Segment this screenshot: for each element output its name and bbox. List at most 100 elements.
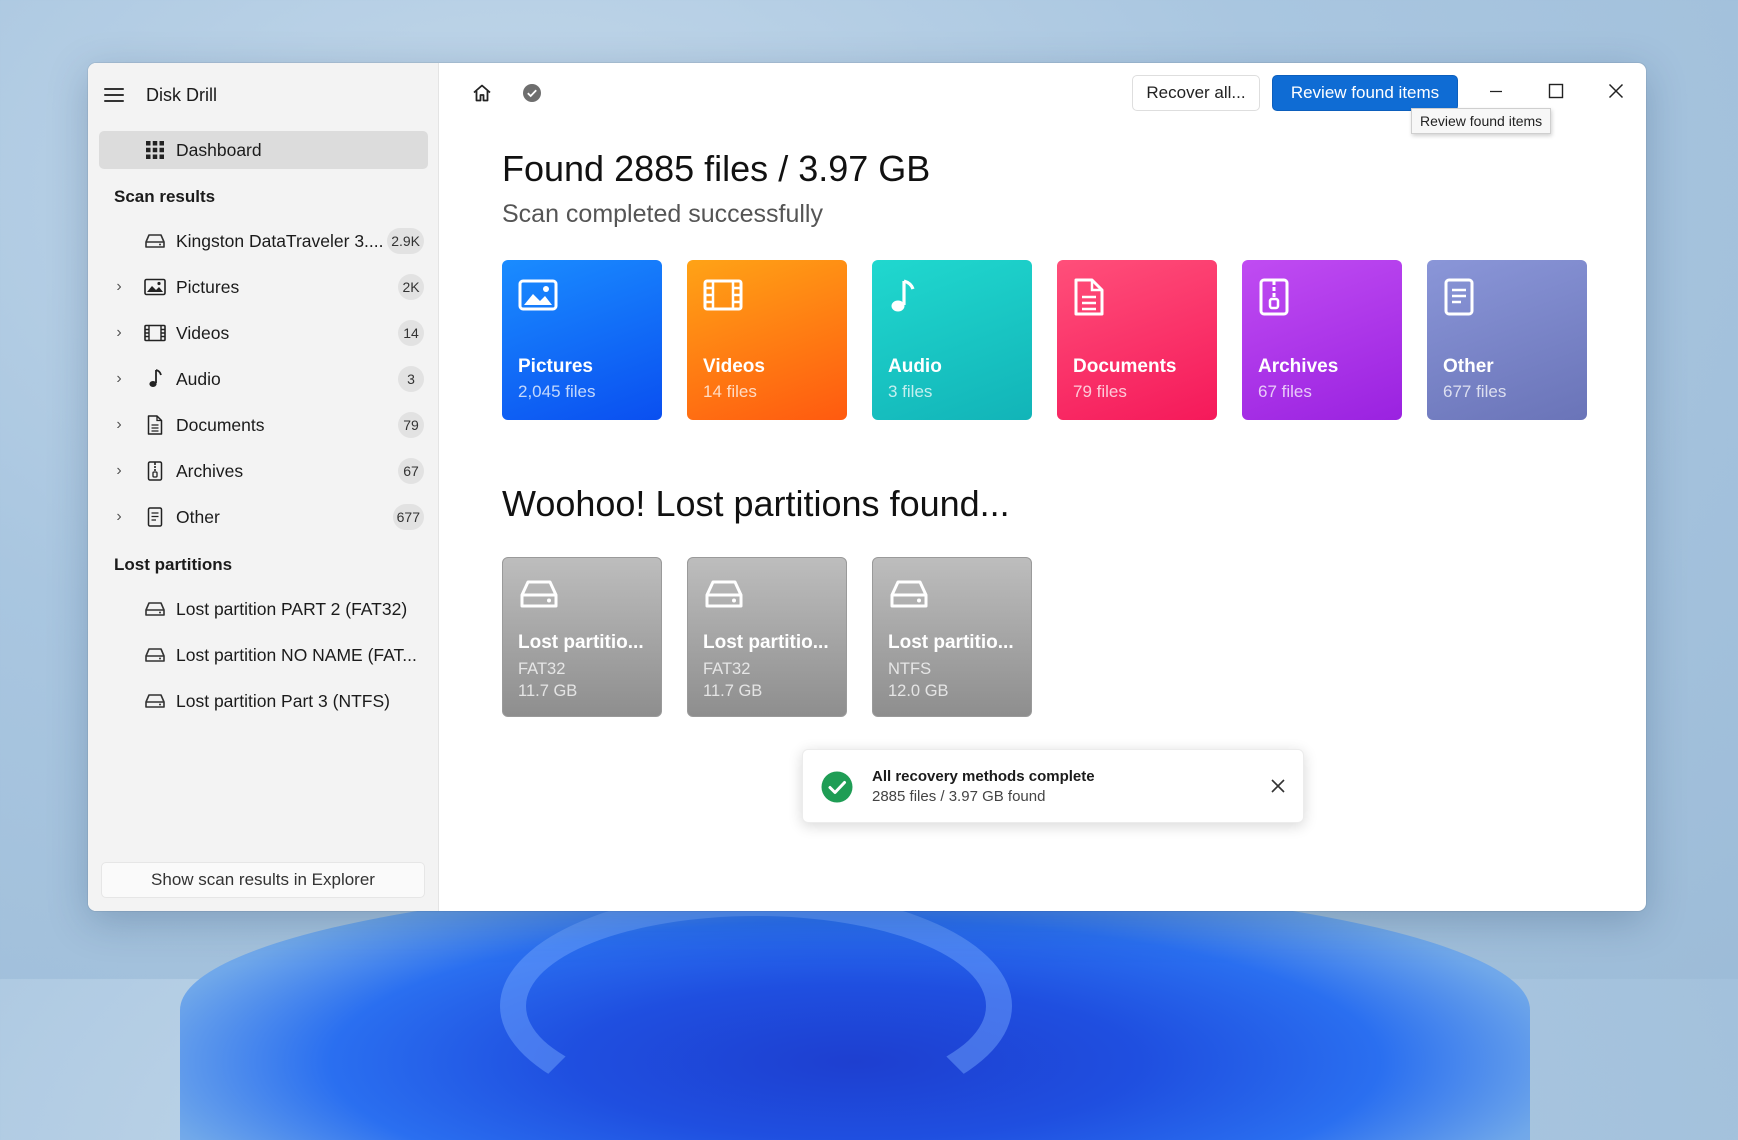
drive-icon — [704, 578, 744, 610]
chevron-right-icon[interactable]: › — [113, 508, 125, 526]
partition-tile[interactable]: Lost partitio... FAT32 11.7 GB — [502, 557, 662, 717]
sidebar-item-label: Lost partition Part 3 (NTFS) — [176, 690, 390, 711]
partition-size: 11.7 GB — [703, 682, 763, 700]
music-note-icon — [888, 278, 928, 318]
partition-name: Lost partitio... — [888, 632, 1014, 653]
count-badge: 2.9K — [387, 228, 424, 254]
partition-size: 11.7 GB — [518, 682, 578, 700]
document-icon — [143, 413, 167, 437]
count-badge: 14 — [398, 320, 424, 346]
review-found-items-tooltip: Review found items — [1411, 108, 1552, 134]
sidebar-item-dashboard[interactable]: Dashboard — [99, 131, 428, 169]
minimize-icon[interactable] — [1476, 75, 1516, 107]
partition-filesystem: FAT32 — [518, 660, 566, 678]
close-icon[interactable] — [1267, 775, 1289, 797]
chevron-right-icon[interactable]: › — [113, 324, 125, 342]
hamburger-menu-icon[interactable] — [104, 88, 124, 102]
show-in-explorer-button[interactable]: Show scan results in Explorer — [101, 862, 425, 898]
category-name: Audio — [888, 356, 942, 377]
sidebar-item-lost-partition[interactable]: Lost partition PART 2 (FAT32) — [99, 590, 428, 628]
sidebar-item-label: Lost partition NO NAME (FAT... — [176, 644, 417, 665]
toast-detail: 2885 files / 3.97 GB found — [872, 788, 1046, 805]
scan-status-subtitle: Scan completed successfully — [502, 200, 823, 228]
category-name: Pictures — [518, 356, 593, 377]
drive-icon — [143, 689, 167, 713]
sidebar-item-videos[interactable]: › Videos 14 — [99, 314, 428, 352]
drive-icon — [889, 578, 929, 610]
sidebar-item-label: Dashboard — [176, 139, 262, 160]
count-badge: 3 — [398, 366, 424, 392]
partition-tile[interactable]: Lost partitio... FAT32 11.7 GB — [687, 557, 847, 717]
checkmark-circle-icon[interactable] — [518, 79, 546, 107]
category-tile-audio[interactable]: Audio 3 files — [872, 260, 1032, 420]
sidebar-item-label: Audio — [176, 368, 221, 389]
partition-name: Lost partitio... — [518, 632, 644, 653]
category-tile-documents[interactable]: Documents 79 files — [1057, 260, 1217, 420]
success-check-icon — [821, 771, 853, 803]
category-tile-archives[interactable]: Archives 67 files — [1242, 260, 1402, 420]
sidebar-item-label: Videos — [176, 322, 230, 343]
partition-name: Lost partitio... — [703, 632, 829, 653]
sidebar-item-other[interactable]: › Other 677 — [99, 498, 428, 536]
category-name: Other — [1443, 356, 1494, 377]
sidebar-item-archives[interactable]: › Archives 67 — [99, 452, 428, 490]
archive-icon — [1258, 278, 1298, 318]
category-tile-other[interactable]: Other 677 files — [1427, 260, 1587, 420]
app-window: Disk Drill Dashboard Scan results Kingst… — [88, 63, 1646, 911]
category-tile-pictures[interactable]: Pictures 2,045 files — [502, 260, 662, 420]
lost-partitions-title: Woohoo! Lost partitions found... — [502, 483, 1010, 524]
category-name: Documents — [1073, 356, 1177, 377]
partition-size: 12.0 GB — [888, 682, 949, 700]
sidebar-item-label: Lost partition PART 2 (FAT32) — [176, 598, 408, 619]
count-badge: 2K — [398, 274, 424, 300]
sidebar-item-pictures[interactable]: › Pictures 2K — [99, 268, 428, 306]
picture-icon — [518, 278, 558, 318]
music-note-icon — [143, 367, 167, 391]
app-header: Disk Drill — [104, 77, 217, 113]
sidebar-item-audio[interactable]: › Audio 3 — [99, 360, 428, 398]
chevron-right-icon[interactable]: › — [113, 462, 125, 480]
sidebar-item-documents[interactable]: › Documents 79 — [99, 406, 428, 444]
grid-icon — [143, 138, 167, 162]
category-count: 2,045 files — [518, 382, 596, 401]
sidebar: Disk Drill Dashboard Scan results Kingst… — [88, 63, 439, 911]
desktop-wallpaper — [180, 880, 1530, 1140]
other-file-icon — [1443, 278, 1483, 318]
sidebar-item-label: Documents — [176, 414, 265, 435]
sidebar-item-kingston-drive[interactable]: Kingston DataTraveler 3.... 2.9K — [99, 222, 428, 260]
archive-icon — [143, 459, 167, 483]
sidebar-item-lost-partition[interactable]: Lost partition NO NAME (FAT... — [99, 636, 428, 674]
chevron-right-icon[interactable]: › — [113, 278, 125, 296]
maximize-icon[interactable] — [1536, 75, 1576, 107]
sidebar-item-label: Pictures — [176, 276, 240, 297]
count-badge: 79 — [398, 412, 424, 438]
home-icon[interactable] — [468, 79, 496, 107]
partition-filesystem: FAT32 — [703, 660, 751, 678]
category-count: 67 files — [1258, 382, 1312, 401]
review-found-items-button[interactable]: Review found items — [1272, 75, 1458, 111]
partition-filesystem: NTFS — [888, 660, 932, 678]
picture-icon — [143, 275, 167, 299]
chevron-right-icon[interactable]: › — [113, 416, 125, 434]
count-badge: 67 — [398, 458, 424, 484]
partition-tile[interactable]: Lost partitio... NTFS 12.0 GB — [872, 557, 1032, 717]
category-count: 79 files — [1073, 382, 1127, 401]
category-count: 677 files — [1443, 382, 1507, 401]
other-file-icon — [143, 505, 167, 529]
category-count: 3 files — [888, 382, 933, 401]
drive-icon — [143, 229, 167, 253]
film-icon — [703, 278, 743, 318]
scan-results-heading: Scan results — [114, 187, 216, 206]
chevron-right-icon[interactable]: › — [113, 370, 125, 388]
sidebar-item-lost-partition[interactable]: Lost partition Part 3 (NTFS) — [99, 682, 428, 720]
count-badge: 677 — [392, 504, 424, 530]
close-icon[interactable] — [1596, 75, 1636, 107]
sidebar-item-label: Archives — [176, 460, 244, 481]
film-icon — [143, 321, 167, 345]
recovery-complete-toast: All recovery methods complete 2885 files… — [802, 749, 1304, 823]
lost-partitions-heading: Lost partitions — [114, 555, 233, 574]
category-count: 14 files — [703, 382, 757, 401]
recover-all-button[interactable]: Recover all... — [1132, 75, 1260, 111]
category-tile-videos[interactable]: Videos 14 files — [687, 260, 847, 420]
drive-icon — [143, 597, 167, 621]
